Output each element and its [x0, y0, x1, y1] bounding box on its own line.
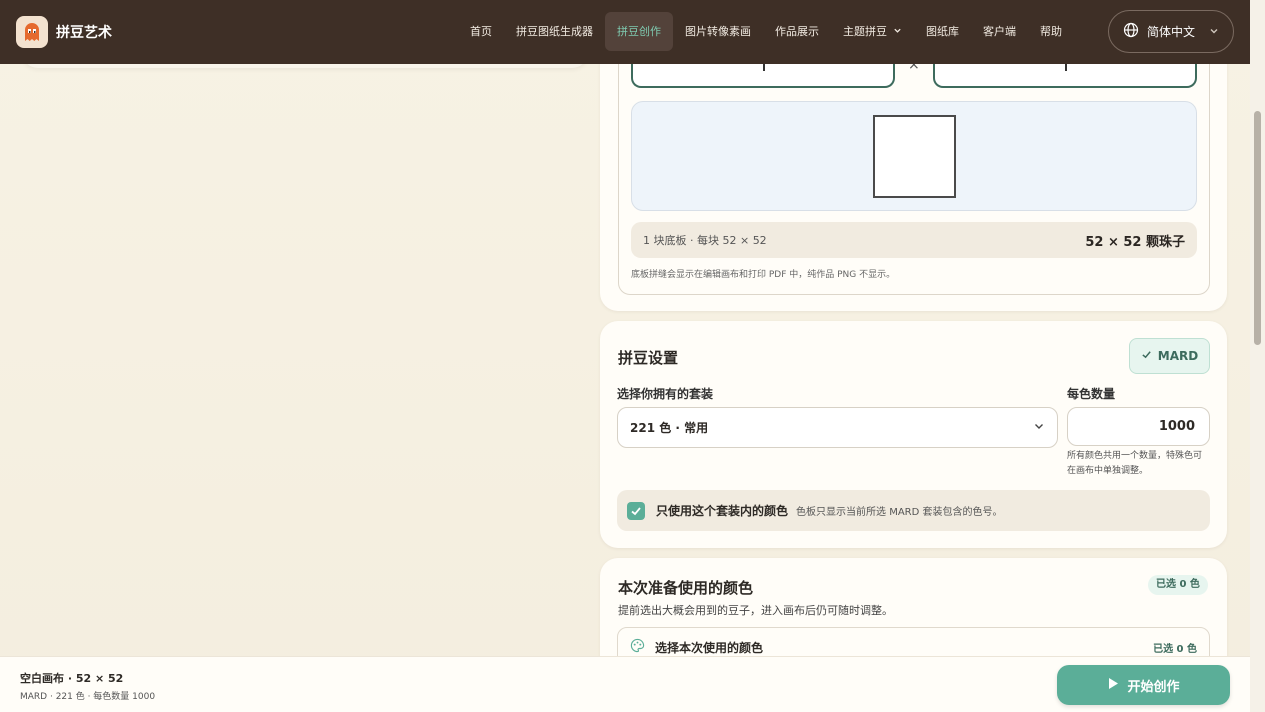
only-kit-hint: 色板只显示当前所选 MARD 套装包含的色号。: [796, 507, 1003, 518]
kit-select-value: 221 色 · 常用: [630, 421, 709, 435]
nav-library[interactable]: 图纸库: [914, 12, 971, 51]
only-kit-colors-row[interactable]: 只使用这个套装内的颜色 色板只显示当前所选 MARD 套装包含的色号。: [617, 490, 1210, 531]
pick-colors-label: 选择本次使用的颜色: [655, 640, 764, 655]
canvas-summary-subtitle: MARD · 221 色 · 每色数量 1000: [20, 692, 156, 702]
brand-chip-mard[interactable]: MARD: [1129, 338, 1210, 374]
nav-themes-label: 主题拼豆: [843, 25, 887, 38]
check-icon: [631, 506, 641, 515]
kit-select[interactable]: 221 色 · 常用: [617, 407, 1058, 448]
settings-title: 拼豆设置: [618, 349, 679, 367]
qty-input[interactable]: 1000: [1067, 407, 1210, 446]
board-summary-beads: 52 × 52 颗珠子: [1085, 234, 1185, 250]
start-create-button[interactable]: 开始创作: [1057, 665, 1230, 705]
board-summary-count: 1 块底板 · 每块 52 × 52: [643, 234, 767, 247]
check-icon: [1141, 349, 1152, 363]
chevron-down-icon: [893, 12, 902, 51]
top-nav-bar: 拼豆艺术 首页 拼豆图纸生成器 拼豆创作 图片转像素画 作品展示 主题拼豆 图纸…: [0, 0, 1250, 64]
kit-label: 选择你拥有的套装: [617, 387, 714, 401]
board-size-panel: × 1 块底板 · 每块 52 × 52 52 × 52 颗珠子 底板拼缝会显示…: [618, 50, 1210, 295]
bead-settings-card: 拼豆设置 MARD 选择你拥有的套装 221 色 · 常用 每色数量 1000 …: [600, 321, 1227, 548]
chevron-down-icon: [1209, 25, 1219, 39]
qty-label: 每色数量: [1067, 387, 1116, 401]
ghost-logo-icon: [16, 16, 48, 48]
bottom-action-bar: 空白画布 · 52 × 52 MARD · 221 色 · 每色数量 1000 …: [0, 656, 1250, 712]
brand-name: 拼豆艺术: [56, 25, 112, 41]
palette-icon: [630, 638, 645, 657]
start-create-label: 开始创作: [1127, 679, 1180, 695]
board-preview-square: [873, 115, 956, 198]
board-preview: [631, 101, 1197, 211]
nav-pattern-generator[interactable]: 拼豆图纸生成器: [504, 12, 605, 51]
play-icon: [1107, 677, 1119, 694]
colors-subtitle: 提前选出大概会用到的豆子，进入画布后仍可随时调整。: [618, 604, 893, 617]
selected-count-badge: 已选 0 色: [1148, 575, 1208, 595]
globe-icon: [1123, 22, 1139, 41]
only-kit-label: 只使用这个套装内的颜色: [656, 504, 789, 518]
nav-gallery[interactable]: 作品展示: [763, 12, 831, 51]
qty-note: 所有颜色共用一个数量，特殊色可在画布中单独调整。: [1067, 451, 1203, 476]
nav-client[interactable]: 客户端: [971, 12, 1028, 51]
nav-create[interactable]: 拼豆创作: [605, 12, 673, 51]
canvas-summary-title: 空白画布 · 52 × 52: [20, 672, 124, 685]
nav-image-to-pixel[interactable]: 图片转像素画: [673, 12, 763, 51]
only-kit-checkbox[interactable]: [627, 501, 645, 520]
board-note: 底板拼缝会显示在编辑画布和打印 PDF 中，纯作品 PNG 不显示。: [631, 270, 896, 280]
nav-help[interactable]: 帮助: [1028, 12, 1074, 51]
brand[interactable]: 拼豆艺术: [16, 16, 112, 48]
colors-title: 本次准备使用的颜色: [618, 579, 754, 597]
board-size-card: × 1 块底板 · 每块 52 × 52 52 × 52 颗珠子 底板拼缝会显示…: [600, 40, 1227, 311]
brand-chip-label: MARD: [1157, 349, 1199, 363]
language-selector[interactable]: 简体中文: [1108, 10, 1234, 53]
nav-home[interactable]: 首页: [458, 12, 504, 51]
language-label: 简体中文: [1147, 25, 1196, 39]
main-nav: 首页 拼豆图纸生成器 拼豆创作 图片转像素画 作品展示 主题拼豆 图纸库 客户端…: [458, 12, 1074, 51]
page-scrollbar-track[interactable]: [1250, 0, 1265, 712]
chevron-down-icon: [1033, 420, 1045, 435]
nav-themes[interactable]: 主题拼豆: [831, 12, 914, 51]
pick-colors-count: 已选 0 色: [1153, 643, 1197, 655]
board-summary: 1 块底板 · 每块 52 × 52 52 × 52 颗珠子: [631, 222, 1197, 258]
page-scrollbar-thumb[interactable]: [1254, 111, 1261, 345]
